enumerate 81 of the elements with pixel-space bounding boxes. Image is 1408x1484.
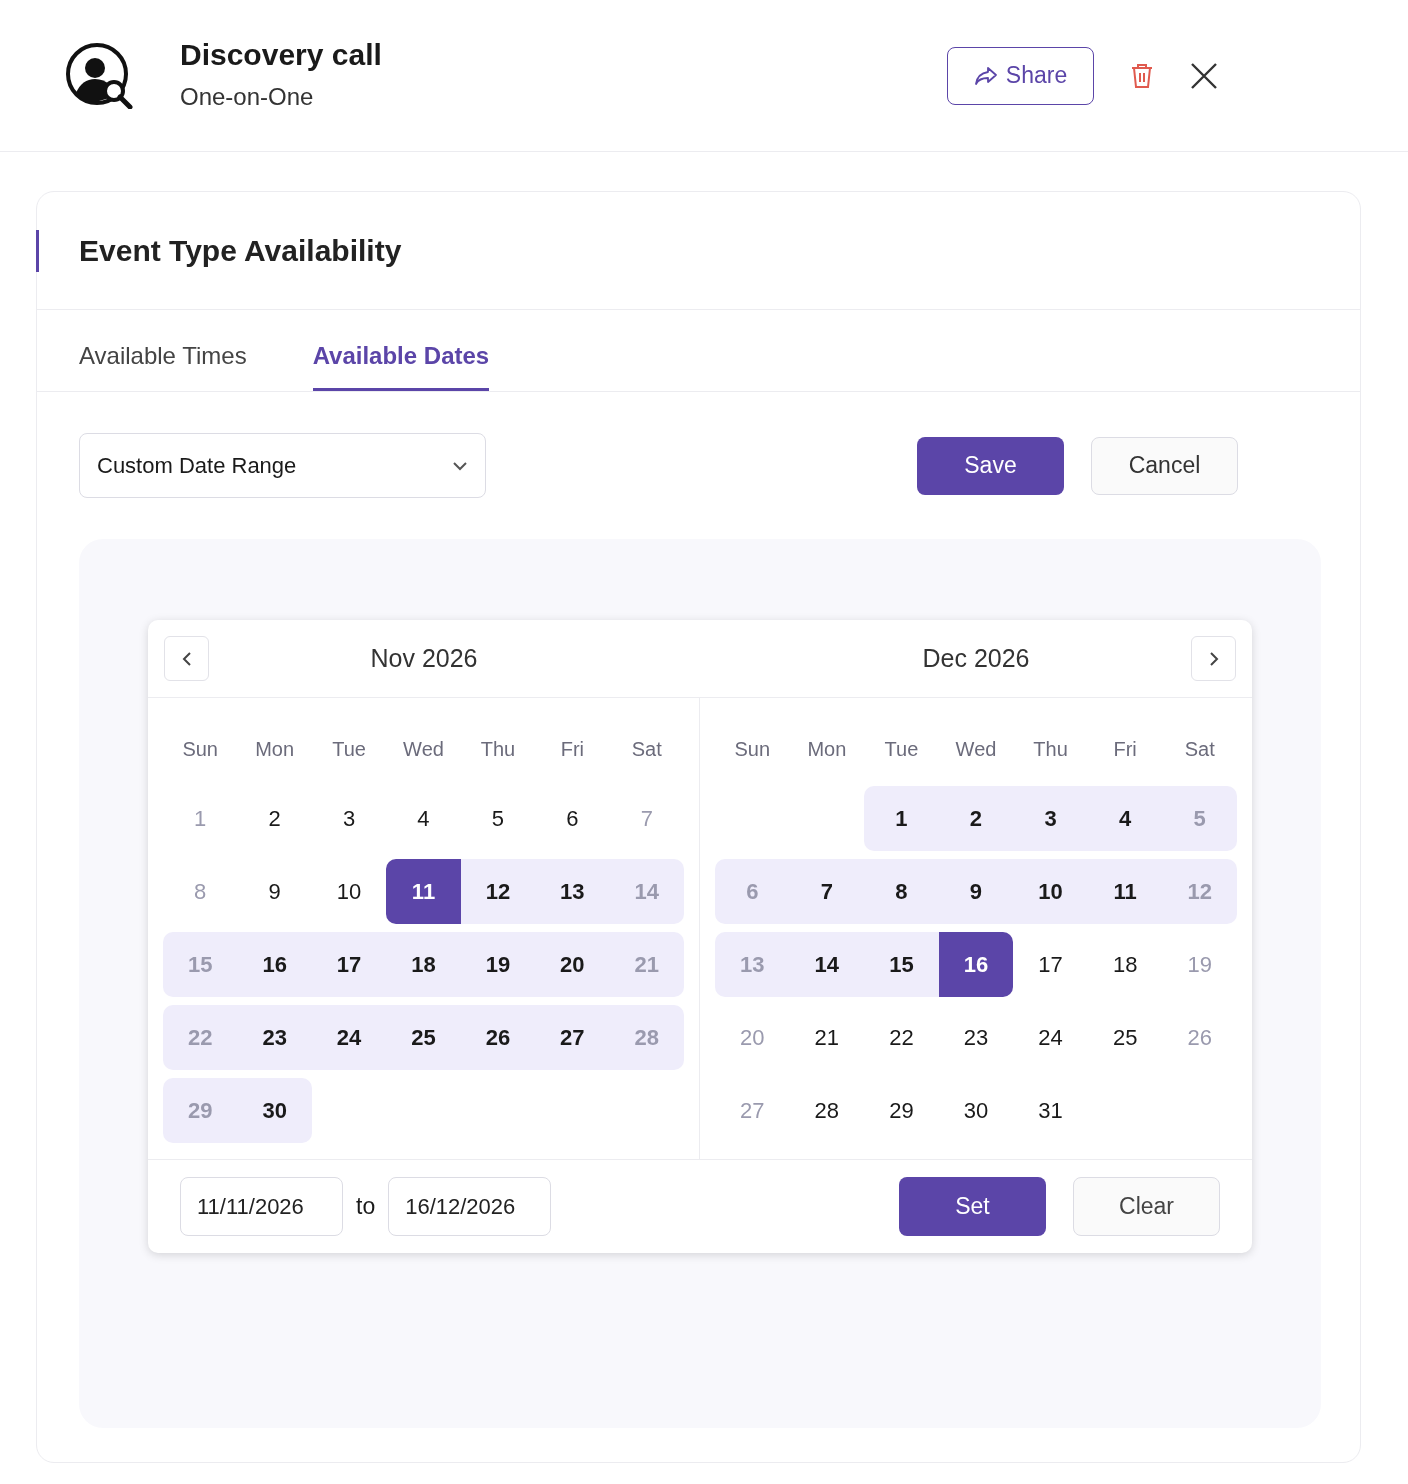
calendar-day[interactable]: 1 — [864, 786, 939, 851]
weekday-label: Fri — [559, 737, 585, 762]
calendar-day[interactable]: 10 — [311, 859, 387, 924]
share-button[interactable]: Share — [947, 46, 1094, 105]
month-title: Nov 2026 — [369, 642, 479, 674]
calendar-day[interactable]: 26 — [460, 1005, 536, 1070]
weekday-label: Mon — [254, 737, 296, 762]
weekday-label: Sat — [630, 737, 663, 762]
tab[interactable]: Available Times — [79, 310, 247, 391]
card-title: Event Type Availability — [79, 233, 402, 269]
calendar-day[interactable]: 16 — [938, 932, 1014, 997]
weekday-label: Tue — [331, 737, 367, 762]
event-title: Discovery call — [180, 36, 382, 73]
calendar-day[interactable]: 11 — [1087, 859, 1163, 924]
calendar-day[interactable]: 30 — [237, 1078, 312, 1143]
set-button[interactable]: Set — [899, 1177, 1046, 1236]
weekday-label: Sat — [1183, 737, 1216, 762]
calendar-day[interactable]: 16 — [237, 932, 312, 997]
calendar-day[interactable]: 17 — [1013, 932, 1088, 997]
chevron-right-icon — [1208, 650, 1219, 667]
calendar-day[interactable]: 10 — [1013, 859, 1088, 924]
to-label: to — [356, 1192, 376, 1222]
delete-icon[interactable] — [1130, 61, 1154, 90]
calendar-day[interactable]: 13 — [535, 859, 610, 924]
calendar-day[interactable]: 19 — [460, 932, 536, 997]
calendar-day[interactable]: 2 — [237, 786, 312, 851]
tab[interactable]: Available Dates — [312, 310, 490, 391]
calendar-day[interactable]: 4 — [386, 786, 461, 851]
calendar-day[interactable]: 9 — [237, 859, 312, 924]
calendar-day[interactable]: 23 — [237, 1005, 312, 1070]
weekday-label: Wed — [402, 737, 445, 762]
chevron-down-icon — [452, 460, 468, 471]
cancel-button[interactable]: Cancel — [1091, 436, 1238, 495]
user-search-icon — [66, 42, 136, 109]
calendar-day[interactable]: 24 — [1013, 1005, 1088, 1070]
weekday-label: Thu — [1032, 737, 1069, 762]
calendar-day[interactable]: 4 — [1087, 786, 1163, 851]
calendar-day[interactable]: 25 — [1087, 1005, 1163, 1070]
calendar-day[interactable]: 3 — [311, 786, 387, 851]
month-title: Dec 2026 — [921, 642, 1031, 674]
calendar-day[interactable]: 7 — [789, 859, 865, 924]
calendar-day[interactable]: 25 — [386, 1005, 461, 1070]
weekday-label: Tue — [883, 737, 920, 762]
calendar-day[interactable]: 22 — [864, 1005, 939, 1070]
date-range-dropdown[interactable]: Custom Date Range — [79, 433, 486, 498]
weekday-label: Mon — [806, 737, 848, 762]
calendar-day[interactable]: 30 — [938, 1078, 1014, 1143]
calendar-day[interactable]: 9 — [938, 859, 1014, 924]
weekday-label: Sun — [181, 737, 219, 762]
calendar-day[interactable]: 15 — [864, 932, 939, 997]
calendar-day[interactable]: 24 — [311, 1005, 387, 1070]
clear-button[interactable]: Clear — [1073, 1177, 1220, 1236]
calendar-day[interactable]: 29 — [864, 1078, 939, 1143]
share-icon — [973, 65, 998, 86]
calendar-day[interactable]: 18 — [386, 932, 461, 997]
calendar-day[interactable]: 3 — [1013, 786, 1088, 851]
weekday-label: Fri — [1112, 737, 1138, 762]
calendar-day[interactable]: 5 — [460, 786, 536, 851]
weekday-label: Sun — [733, 737, 772, 762]
calendar-day[interactable]: 27 — [535, 1005, 610, 1070]
calendar-day[interactable]: 23 — [938, 1005, 1014, 1070]
calendar-day[interactable]: 18 — [1087, 932, 1163, 997]
weekday-label: Thu — [479, 737, 517, 762]
start-date-field[interactable]: 11/11/2026 — [180, 1177, 343, 1236]
chevron-left-icon — [181, 650, 192, 667]
calendar-day[interactable]: 20 — [535, 932, 610, 997]
weekday-label: Wed — [954, 737, 998, 762]
calendar-day[interactable]: 12 — [460, 859, 536, 924]
calendar-day[interactable]: 2 — [938, 786, 1014, 851]
close-icon[interactable] — [1190, 61, 1218, 90]
calendar-day[interactable]: 8 — [864, 859, 939, 924]
calendar-day[interactable]: 11 — [386, 859, 461, 924]
calendar-day[interactable]: 6 — [535, 786, 610, 851]
save-button[interactable]: Save — [917, 436, 1064, 495]
end-date-field[interactable]: 16/12/2026 — [388, 1177, 552, 1236]
event-subtitle: One-on-One — [180, 82, 315, 113]
calendar-day[interactable]: 21 — [789, 1005, 865, 1070]
calendar-day[interactable]: 14 — [789, 932, 865, 997]
calendar-day[interactable]: 28 — [789, 1078, 865, 1143]
calendar-day[interactable]: 17 — [311, 932, 387, 997]
calendar-day[interactable]: 31 — [1013, 1078, 1088, 1143]
